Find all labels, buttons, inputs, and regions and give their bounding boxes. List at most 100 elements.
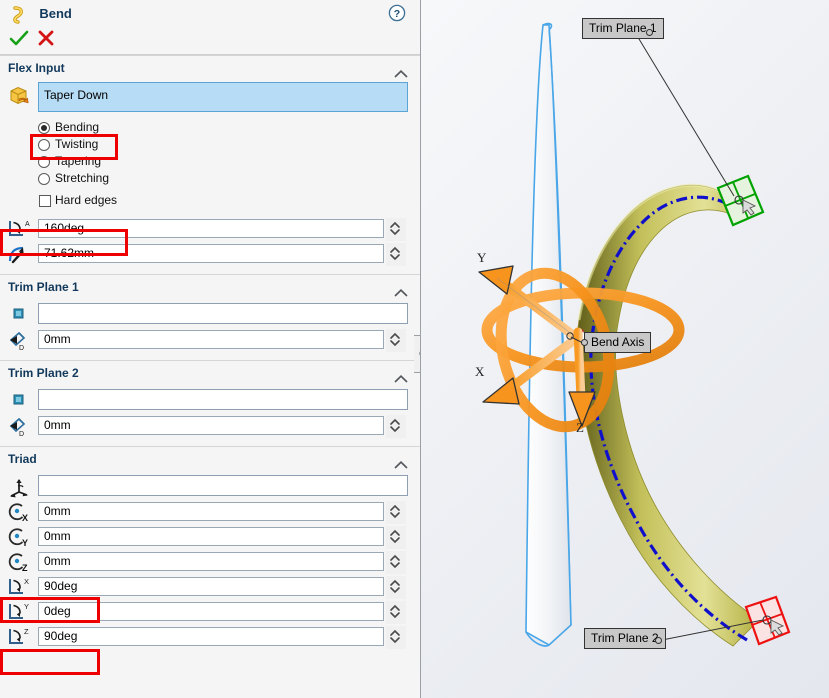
panel-splitter-handle[interactable] <box>414 335 420 373</box>
trim-plane-2-glyph <box>744 595 791 646</box>
svg-text:X: X <box>24 577 29 586</box>
section-header-trim-plane-1[interactable]: Trim Plane 1 <box>0 274 420 298</box>
trim-plane-2-distance-input[interactable]: 0mm <box>38 416 384 435</box>
triad-angle-x-input[interactable]: 90deg <box>38 577 384 596</box>
trim-plane-1-leader <box>635 33 735 197</box>
radio-tapering-label: Tapering <box>55 154 102 168</box>
trim-plane-1-distance-row: D 0mm <box>0 327 420 352</box>
bend-angle-icon: A <box>6 218 34 240</box>
solid-body-icon <box>6 84 34 106</box>
section-title-trim-plane-1: Trim Plane 1 <box>8 280 79 294</box>
bend-feature-icon <box>10 6 28 24</box>
section-title-flex-input: Flex Input <box>8 61 65 75</box>
trim-plane-1-selection-field[interactable] <box>38 303 408 324</box>
triad-origin-z-row: Z 0mm <box>0 549 420 574</box>
trim-plane-2-selection-row <box>0 387 420 413</box>
triad-origin-x-input[interactable]: 0mm <box>38 502 384 521</box>
section-header-flex-input[interactable]: Flex Input <box>0 55 420 79</box>
radio-bending-label: Bending <box>55 120 100 134</box>
radio-twisting-dot[interactable] <box>38 139 50 151</box>
svg-text:Y: Y <box>22 538 28 548</box>
triad-origin-y-spinner[interactable] <box>386 526 406 549</box>
rotate-origin-z-icon: Z <box>6 551 34 573</box>
graphics-viewport[interactable]: Trim Plane 1 Bend Axis Trim Plane 2 Y X … <box>421 0 829 698</box>
hard-edges-checkbox[interactable] <box>39 195 51 207</box>
svg-text:D: D <box>19 345 24 351</box>
svg-text:X: X <box>22 513 28 523</box>
rotate-angle-y-icon: Y <box>6 601 34 623</box>
bend-radius-row: 71.62mm <box>0 241 420 266</box>
triad-angle-z-input[interactable]: 90deg <box>38 627 384 646</box>
trim-distance-icon: D <box>6 329 34 352</box>
chevron-up-icon[interactable] <box>394 454 408 469</box>
axis-label-x: X <box>475 364 485 379</box>
chevron-up-icon[interactable] <box>394 63 408 78</box>
section-header-triad[interactable]: Triad <box>0 446 420 470</box>
checkbox-hard-edges[interactable]: Hard edges <box>0 193 420 210</box>
svg-text:?: ? <box>394 8 400 20</box>
trim-plane-1-glyph <box>716 174 765 227</box>
trim-plane-2-distance-row: D 0mm <box>0 413 420 438</box>
callout-trim-plane-1[interactable]: Trim Plane 1 <box>582 18 664 39</box>
svg-text:Z: Z <box>24 627 29 636</box>
triad-origin-z-spinner[interactable] <box>386 551 406 574</box>
callout-bend-axis[interactable]: Bend Axis <box>584 332 652 353</box>
svg-text:Y: Y <box>24 602 29 611</box>
radio-bending[interactable]: Bending <box>0 120 420 137</box>
radio-stretching-dot[interactable] <box>38 173 50 185</box>
section-header-trim-plane-2[interactable]: Trim Plane 2 <box>0 360 420 384</box>
property-manager-panel: Bend ? Flex Input Taper Down Bending Twi… <box>0 0 421 698</box>
triad-origin-z-input[interactable]: 0mm <box>38 552 384 571</box>
bend-radius-input[interactable]: 71.62mm <box>38 244 384 263</box>
trim-plane-2-selection-field[interactable] <box>38 389 408 410</box>
svg-text:A: A <box>25 221 30 228</box>
callout-trim-plane-1-anchor[interactable] <box>646 29 653 36</box>
axis-label-z: Z <box>576 420 584 435</box>
svg-text:Z: Z <box>22 563 28 573</box>
help-question-icon[interactable]: ? <box>388 4 406 22</box>
triad-angle-z-row: Z 90deg <box>0 624 420 649</box>
triad-angle-z-spinner[interactable] <box>386 626 406 649</box>
trim-plane-1-selection-row <box>0 301 420 327</box>
triad-angle-y-input[interactable]: 0deg <box>38 602 384 621</box>
triad-origin-x-row: X 0mm <box>0 499 420 524</box>
solidworks-bend-screen: Bend ? Flex Input Taper Down Bending Twi… <box>0 0 829 698</box>
triad-reference-field[interactable] <box>38 475 408 496</box>
callout-trim-plane-2[interactable]: Trim Plane 2 <box>584 628 666 649</box>
trim-plane-1-distance-spinner[interactable] <box>386 329 406 352</box>
chevron-up-icon[interactable] <box>394 282 408 297</box>
red-x-icon[interactable] <box>35 28 59 50</box>
reference-surface <box>525 24 572 646</box>
radio-tapering[interactable]: Tapering <box>0 154 420 171</box>
rotate-angle-z-icon: Z <box>6 626 34 648</box>
triad-angle-y-row: Y 0deg <box>0 599 420 624</box>
panel-header: Bend ? <box>0 0 420 28</box>
triad-angle-x-row: X 90deg <box>0 574 420 599</box>
callout-trim-plane-2-anchor[interactable] <box>655 637 662 644</box>
triad-origin-x-spinner[interactable] <box>386 501 406 524</box>
chevron-up-icon[interactable] <box>394 368 408 383</box>
trim-plane-2-distance-spinner[interactable] <box>386 415 406 438</box>
green-check-icon[interactable] <box>8 28 32 50</box>
radio-stretching-label: Stretching <box>55 171 110 185</box>
radio-tapering-dot[interactable] <box>38 156 50 168</box>
triad-reference-icon <box>6 476 34 498</box>
radio-bending-dot[interactable] <box>38 122 50 134</box>
triad-origin-y-row: Y 0mm <box>0 524 420 549</box>
bend-angle-spinner[interactable] <box>386 218 406 241</box>
callout-bend-axis-anchor[interactable] <box>581 339 588 346</box>
flex-input-body-row: Taper Down <box>0 79 420 117</box>
hard-edges-label: Hard edges <box>55 193 118 207</box>
trim-plane-1-distance-input[interactable]: 0mm <box>38 330 384 349</box>
flex-body <box>576 184 760 647</box>
bend-angle-input[interactable]: 160deg <box>38 219 384 238</box>
svg-text:D: D <box>19 431 24 437</box>
bend-radius-spinner[interactable] <box>386 243 406 266</box>
panel-title: Bend <box>39 6 72 21</box>
triad-angle-y-spinner[interactable] <box>386 601 406 624</box>
triad-angle-x-spinner[interactable] <box>386 576 406 599</box>
radio-stretching[interactable]: Stretching <box>0 171 420 188</box>
triad-origin-y-input[interactable]: 0mm <box>38 527 384 546</box>
radio-twisting[interactable]: Twisting <box>0 137 420 154</box>
flex-input-selection-field[interactable]: Taper Down <box>38 82 408 112</box>
